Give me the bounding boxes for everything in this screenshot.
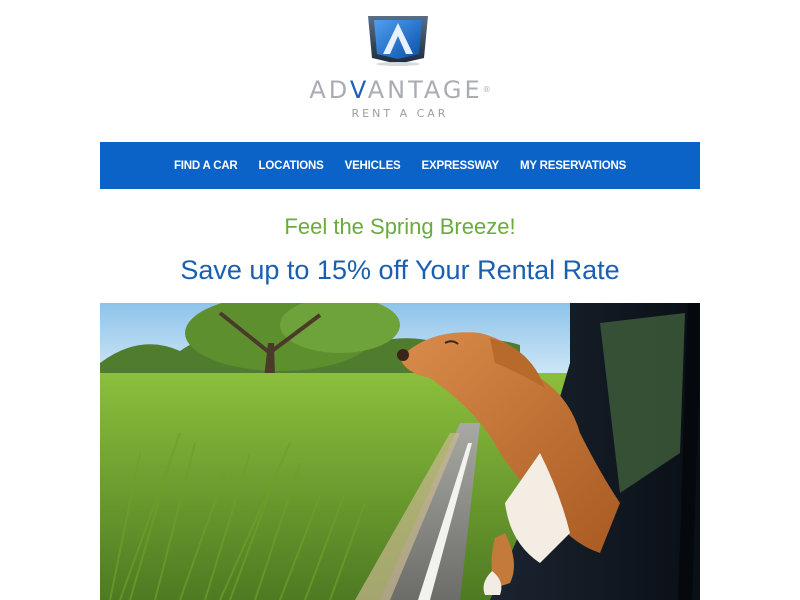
- promo-subtitle: Feel the Spring Breeze!: [284, 214, 516, 239]
- nav-item-my-reservations[interactable]: MY RESERVATIONS: [520, 160, 626, 172]
- nav-item-locations[interactable]: LOCATIONS: [259, 160, 324, 172]
- brand-name-part: AD: [309, 76, 350, 104]
- advantage-logo-icon[interactable]: [366, 14, 430, 66]
- brand-name-part: ANTAGE: [367, 76, 483, 104]
- brand-wordmark[interactable]: ADVANTAGE®: [280, 76, 520, 104]
- promo-title: Save up to 15% off Your Rental Rate: [180, 255, 620, 285]
- brand-tagline: RENT A CAR: [351, 107, 449, 120]
- email-header: ADVANTAGE® RENT A CAR: [0, 0, 800, 142]
- nav-item-expressway[interactable]: EXPRESSWAY: [422, 160, 500, 172]
- nav-item-find-a-car[interactable]: FIND A CAR: [174, 160, 238, 172]
- brand-name-accent: V: [349, 76, 368, 104]
- hero-image[interactable]: [100, 303, 700, 600]
- nav-item-vehicles[interactable]: VEHICLES: [345, 160, 401, 172]
- main-nav: FIND A CAR LOCATIONS VEHICLES EXPRESSWAY…: [100, 142, 700, 189]
- trademark-symbol: ®: [482, 85, 491, 94]
